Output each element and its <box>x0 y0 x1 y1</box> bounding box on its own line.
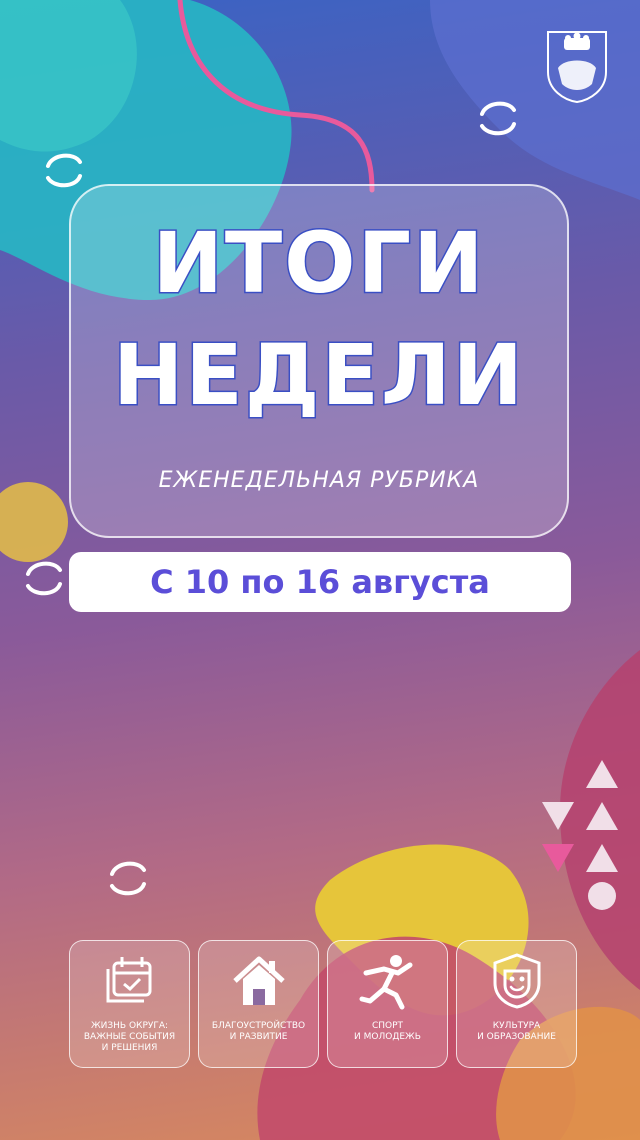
triangle-pattern-decoration <box>542 760 618 910</box>
swirl-decoration-icon <box>110 861 146 896</box>
date-range-badge: С 10 по 16 августа <box>69 552 571 612</box>
category-label: БЛАГОУСТРОЙСТВО И РАЗВИТИЕ <box>211 1021 306 1042</box>
category-label: ЖИЗНЬ ОКРУГА: ВАЖНЫЕ СОБЫТИЯ И РЕШЕНИЯ <box>83 1021 176 1053</box>
category-tile-community-life[interactable]: ЖИЗНЬ ОКРУГА: ВАЖНЫЕ СОБЫТИЯ И РЕШЕНИЯ <box>69 940 190 1068</box>
calendar-check-icon <box>106 957 152 1003</box>
category-tile-improvement[interactable]: БЛАГОУСТРОЙСТВО И РАЗВИТИЕ <box>198 940 319 1068</box>
title-line-2: НЕДЕЛИ <box>112 325 525 426</box>
house-icon <box>233 956 285 1005</box>
coat-of-arms-icon <box>547 31 607 104</box>
category-label: СПОРТ И МОЛОДЕЖЬ <box>354 1021 421 1042</box>
theater-mask-icon <box>493 953 541 1009</box>
category-tile-culture-education[interactable]: КУЛЬТУРА И ОБРАЗОВАНИЕ <box>456 940 577 1068</box>
subtitle: ЕЖЕНЕДЕЛЬНАЯ РУБРИКА <box>158 468 480 493</box>
title-card: ИТОГИ НЕДЕЛИ ЕЖЕНЕДЕЛЬНАЯ РУБРИКА <box>69 184 569 538</box>
swirl-decoration-icon <box>480 101 516 136</box>
date-range-text: С 10 по 16 августа <box>150 563 490 601</box>
story-canvas: ИТОГИ НЕДЕЛИ ЕЖЕНЕДЕЛЬНАЯ РУБРИКА С 10 п… <box>0 0 640 1140</box>
running-person-icon <box>359 955 413 1010</box>
swirl-decoration-icon <box>46 153 82 188</box>
category-label: КУЛЬТУРА И ОБРАЗОВАНИЕ <box>477 1021 556 1042</box>
category-tile-sport-youth[interactable]: СПОРТ И МОЛОДЕЖЬ <box>327 940 448 1068</box>
swirl-decoration-icon <box>26 561 62 596</box>
title-line-1: ИТОГИ <box>151 213 486 314</box>
